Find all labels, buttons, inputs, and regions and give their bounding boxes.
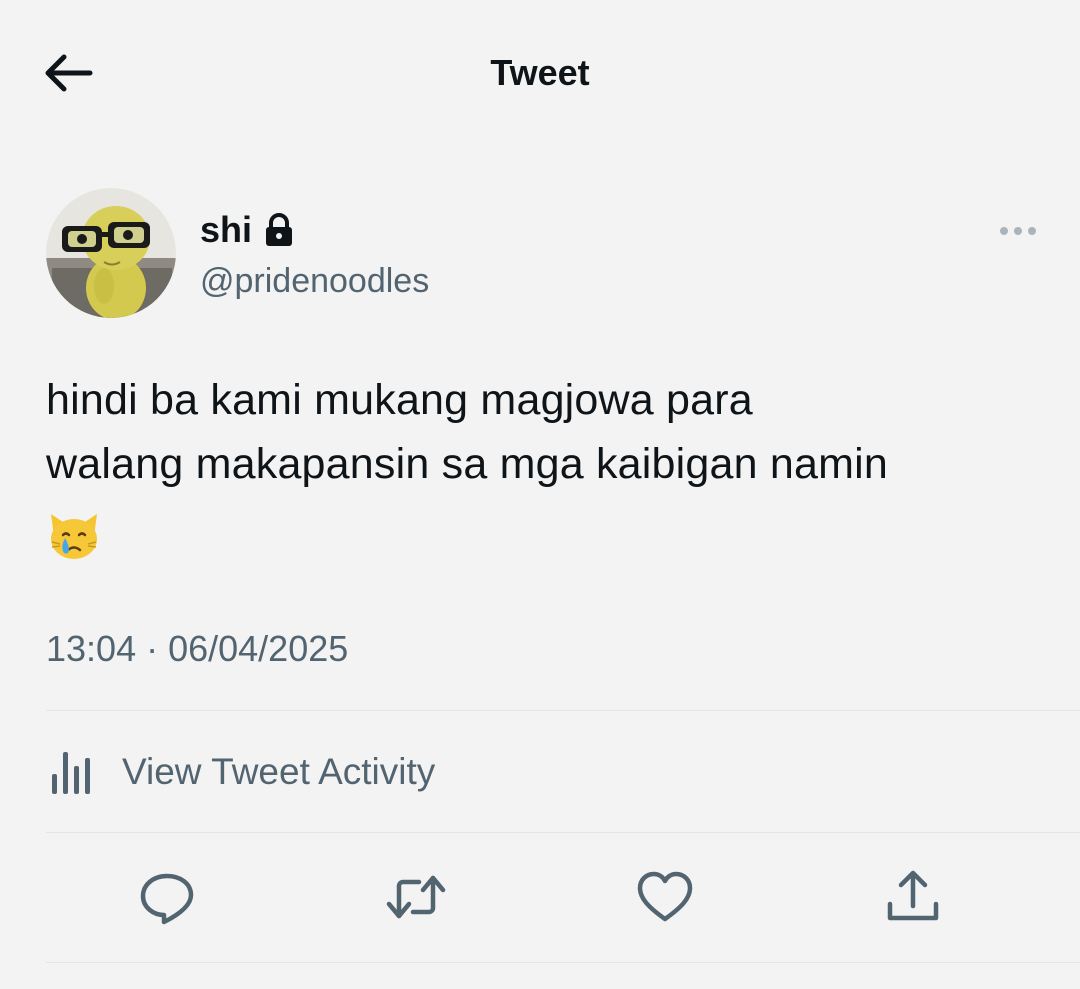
lock-icon: [264, 213, 294, 247]
tweet-text-line: hindi ba kami mukang magjowa para: [46, 376, 753, 424]
view-tweet-activity-label: View Tweet Activity: [122, 751, 436, 792]
tweet-text: hindi ba kami mukang magjowa para walang…: [46, 368, 1046, 496]
share-button[interactable]: [882, 866, 944, 928]
author-name-row: shi: [200, 206, 294, 254]
bar-chart-icon: [52, 752, 90, 794]
view-tweet-activity-button[interactable]: View Tweet Activity: [46, 740, 435, 804]
share-icon: [887, 870, 939, 921]
reply-icon: [140, 873, 194, 925]
heart-icon: [637, 871, 693, 922]
divider: [46, 962, 1080, 963]
divider: [46, 832, 1080, 833]
avatar-image: [46, 188, 176, 318]
tweet-timestamp[interactable]: 13:04 · 06/04/2025: [46, 628, 348, 670]
retweet-icon: [386, 875, 446, 919]
display-name[interactable]: shi: [200, 209, 252, 251]
more-horizontal-icon: [1000, 227, 1036, 235]
avatar[interactable]: [46, 188, 176, 318]
divider: [46, 710, 1080, 711]
tweet-text-line: walang makapansin sa mga kaibigan namin: [46, 440, 889, 488]
crying-cat-emoji: [46, 506, 102, 562]
header-bar: Tweet: [0, 0, 1080, 150]
author-handle[interactable]: @pridenoodles: [200, 262, 429, 301]
reply-button[interactable]: [136, 866, 198, 928]
like-button[interactable]: [634, 866, 696, 928]
retweet-button[interactable]: [385, 866, 447, 928]
more-options-button[interactable]: [994, 218, 1042, 244]
page-title: Tweet: [490, 52, 590, 93]
